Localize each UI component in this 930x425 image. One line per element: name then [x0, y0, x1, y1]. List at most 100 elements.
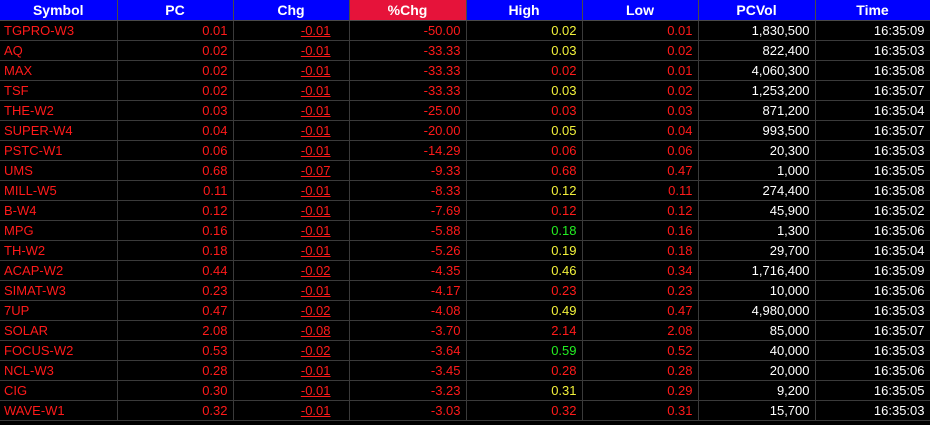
chg-cell[interactable]: -0.01: [233, 380, 350, 401]
chg-link[interactable]: -0.01: [301, 383, 331, 398]
symbol-cell[interactable]: 7UP: [0, 300, 118, 321]
high-cell: 0.68: [466, 160, 583, 181]
symbol-cell[interactable]: TH-W2: [0, 240, 118, 261]
table-row[interactable]: AQ 0.02 -0.01 -33.33 0.03 0.02 822,400 16:35:03: [0, 40, 930, 61]
table-row[interactable]: 7UP 0.47 -0.02 -4.08 0.49 0.47 4,980,000 16:35:…: [0, 300, 930, 321]
table-row[interactable]: MAX 0.02 -0.01 -33.33 0.02 0.01 4,060,300 16:35…: [0, 60, 930, 81]
table-row[interactable]: SIMAT-W3 0.23 -0.01 -4.17 0.23 0.23 10,000 16:3…: [0, 280, 930, 301]
symbol-cell[interactable]: WAVE-W1: [0, 400, 118, 421]
table-row[interactable]: THE-W2 0.03 -0.01 -25.00 0.03 0.03 871,200 16:3…: [0, 100, 930, 121]
symbol-cell[interactable]: B-W4: [0, 200, 118, 221]
table-row[interactable]: WAVE-W1 0.32 -0.01 -3.03 0.32 0.31 15,700 16:35…: [0, 400, 930, 421]
chg-link[interactable]: -0.01: [301, 223, 331, 238]
chg-cell[interactable]: -0.01: [233, 80, 350, 101]
table-row[interactable]: MILL-W5 0.11 -0.01 -8.33 0.12 0.11 274,400 16:3…: [0, 180, 930, 201]
high-cell: 0.59: [466, 340, 583, 361]
quote-table: Symbol PC Chg %Chg High Low PCVol Time T…: [0, 0, 930, 421]
chg-cell[interactable]: -0.02: [233, 340, 350, 361]
chg-link[interactable]: -0.08: [301, 323, 331, 338]
chg-cell[interactable]: -0.01: [233, 280, 350, 301]
symbol-cell[interactable]: AQ: [0, 40, 118, 61]
column-header-pc[interactable]: PC: [117, 0, 234, 21]
chg-link[interactable]: -0.01: [301, 243, 331, 258]
chg-cell[interactable]: -0.01: [233, 120, 350, 141]
symbol-cell[interactable]: FOCUS-W2: [0, 340, 118, 361]
chg-link[interactable]: -0.01: [301, 83, 331, 98]
chg-link[interactable]: -0.01: [301, 63, 331, 78]
chg-cell[interactable]: -0.01: [233, 360, 350, 381]
chg-cell[interactable]: -0.01: [233, 100, 350, 121]
chg-cell[interactable]: -0.01: [233, 140, 350, 161]
chg-link[interactable]: -0.01: [301, 23, 331, 38]
pcvol-cell: 1,000: [698, 160, 816, 181]
column-header-high[interactable]: High: [466, 0, 583, 21]
chg-cell[interactable]: -0.02: [233, 300, 350, 321]
chg-cell[interactable]: -0.01: [233, 200, 350, 221]
symbol-cell[interactable]: MPG: [0, 220, 118, 241]
column-header-time[interactable]: Time: [815, 0, 930, 21]
chg-link[interactable]: -0.07: [301, 163, 331, 178]
chg-link[interactable]: -0.02: [301, 343, 331, 358]
chg-link[interactable]: -0.02: [301, 303, 331, 318]
column-header-pchg[interactable]: %Chg: [349, 0, 467, 21]
symbol-cell[interactable]: SOLAR: [0, 320, 118, 341]
table-row[interactable]: PSTC-W1 0.06 -0.01 -14.29 0.06 0.06 20,300 16:3…: [0, 140, 930, 161]
chg-link[interactable]: -0.01: [301, 283, 331, 298]
high-cell: 0.12: [466, 180, 583, 201]
table-row[interactable]: FOCUS-W2 0.53 -0.02 -3.64 0.59 0.52 40,000 16:3…: [0, 340, 930, 361]
low-cell: 0.23: [582, 280, 699, 301]
chg-link[interactable]: -0.01: [301, 123, 331, 138]
pchg-cell: -50.00: [349, 20, 467, 41]
table-row[interactable]: B-W4 0.12 -0.01 -7.69 0.12 0.12 45,900 16:35:02: [0, 200, 930, 221]
table-row[interactable]: CIG 0.30 -0.01 -3.23 0.31 0.29 9,200 16:35:05: [0, 380, 930, 401]
pcvol-cell: 10,000: [698, 280, 816, 301]
high-cell: 0.49: [466, 300, 583, 321]
table-row[interactable]: UMS 0.68 -0.07 -9.33 0.68 0.47 1,000 16:35:05: [0, 160, 930, 181]
symbol-cell[interactable]: SIMAT-W3: [0, 280, 118, 301]
chg-cell[interactable]: -0.01: [233, 60, 350, 81]
table-row[interactable]: MPG 0.16 -0.01 -5.88 0.18 0.16 1,300 16:35:06: [0, 220, 930, 241]
symbol-cell[interactable]: PSTC-W1: [0, 140, 118, 161]
symbol-cell[interactable]: THE-W2: [0, 100, 118, 121]
chg-cell[interactable]: -0.01: [233, 400, 350, 421]
chg-link[interactable]: -0.01: [301, 363, 331, 378]
chg-cell[interactable]: -0.01: [233, 180, 350, 201]
table-row[interactable]: SOLAR 2.08 -0.08 -3.70 2.14 2.08 85,000 16:35:0…: [0, 320, 930, 341]
symbol-cell[interactable]: ACAP-W2: [0, 260, 118, 281]
chg-link[interactable]: -0.01: [301, 103, 331, 118]
table-row[interactable]: NCL-W3 0.28 -0.01 -3.45 0.28 0.28 20,000 16:35:…: [0, 360, 930, 381]
symbol-cell[interactable]: MILL-W5: [0, 180, 118, 201]
chg-cell[interactable]: -0.01: [233, 240, 350, 261]
chg-cell[interactable]: -0.02: [233, 260, 350, 281]
table-row[interactable]: SUPER-W4 0.04 -0.01 -20.00 0.05 0.04 993,500 16…: [0, 120, 930, 141]
column-header-pcvol[interactable]: PCVol: [698, 0, 816, 21]
chg-link[interactable]: -0.01: [301, 403, 331, 418]
column-header-chg[interactable]: Chg: [233, 0, 350, 21]
symbol-cell[interactable]: TGPRO-W3: [0, 20, 118, 41]
symbol-cell[interactable]: TSF: [0, 80, 118, 101]
chg-cell[interactable]: -0.01: [233, 220, 350, 241]
chg-cell[interactable]: -0.01: [233, 40, 350, 61]
symbol-cell[interactable]: CIG: [0, 380, 118, 401]
high-cell: 0.03: [466, 40, 583, 61]
column-header-low[interactable]: Low: [582, 0, 699, 21]
chg-link[interactable]: -0.01: [301, 43, 331, 58]
chg-link[interactable]: -0.02: [301, 263, 331, 278]
chg-cell[interactable]: -0.08: [233, 320, 350, 341]
symbol-cell[interactable]: SUPER-W4: [0, 120, 118, 141]
chg-link[interactable]: -0.01: [301, 183, 331, 198]
symbol-cell[interactable]: MAX: [0, 60, 118, 81]
pchg-cell: -33.33: [349, 80, 467, 101]
table-row[interactable]: TGPRO-W3 0.01 -0.01 -50.00 0.02 0.01 1,830,500…: [0, 20, 930, 41]
chg-link[interactable]: -0.01: [301, 143, 331, 158]
chg-link[interactable]: -0.01: [301, 203, 331, 218]
column-header-symbol[interactable]: Symbol: [0, 0, 118, 21]
chg-cell[interactable]: -0.01: [233, 20, 350, 41]
pcvol-cell: 9,200: [698, 380, 816, 401]
symbol-cell[interactable]: UMS: [0, 160, 118, 181]
symbol-cell[interactable]: NCL-W3: [0, 360, 118, 381]
chg-cell[interactable]: -0.07: [233, 160, 350, 181]
table-row[interactable]: TSF 0.02 -0.01 -33.33 0.03 0.02 1,253,200 16:35…: [0, 80, 930, 101]
table-row[interactable]: TH-W2 0.18 -0.01 -5.26 0.19 0.18 29,700 16:35:0…: [0, 240, 930, 261]
table-row[interactable]: ACAP-W2 0.44 -0.02 -4.35 0.46 0.34 1,716,400 16…: [0, 260, 930, 281]
